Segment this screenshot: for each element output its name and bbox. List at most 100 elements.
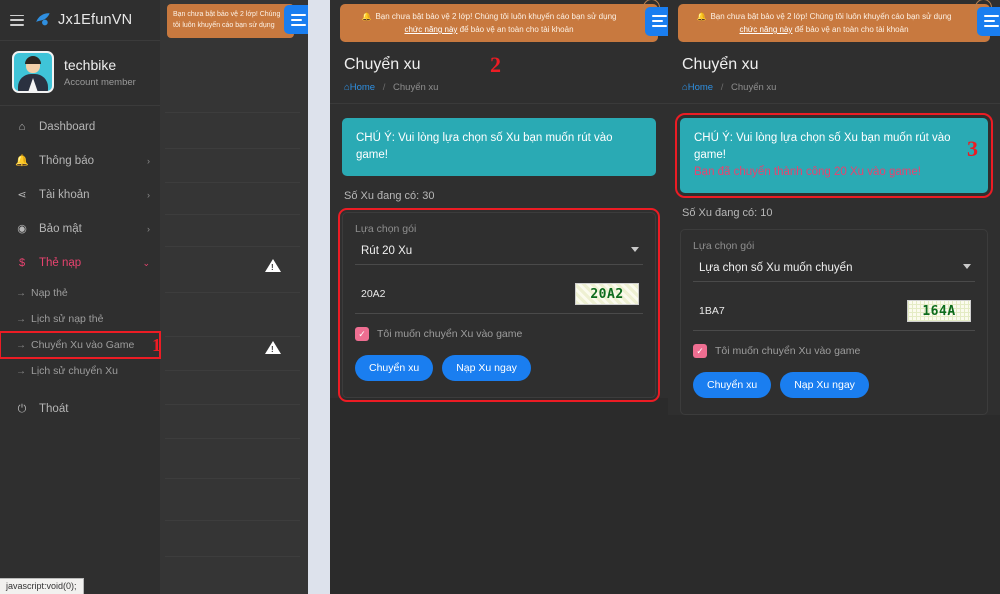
- sidebar: Jx1EfunVN techbike Account member ⌂ Dash…: [0, 0, 161, 594]
- confirm-checkbox-row[interactable]: ✓ Tôi muốn chuyển Xu vào game: [355, 327, 643, 341]
- share-icon: ⋖: [17, 188, 27, 201]
- warning-link[interactable]: chức năng này: [404, 25, 457, 34]
- chevron-right-icon: ›: [147, 190, 150, 200]
- left-banner-text: Bạn chưa bật bảo vệ 2 lớp! Chúng tôi luô…: [173, 11, 281, 29]
- warning-text-after: để bảo vệ an toàn cho tài khoản: [792, 25, 909, 34]
- brand-logo-icon: [33, 11, 52, 30]
- breadcrumb-home[interactable]: ⌂Home: [682, 82, 713, 93]
- user-profile-block[interactable]: techbike Account member: [0, 41, 160, 106]
- arrow-icon: →: [16, 365, 26, 377]
- topup-xu-button[interactable]: Nạp Xu ngay: [442, 355, 531, 381]
- sidebar-item-security[interactable]: ◉ Bảo mật ›: [0, 212, 160, 246]
- warning-link[interactable]: chức năng này: [739, 25, 792, 34]
- transfer-form: Lựa chọn gói Rút 20 Xu 20A2 20A2 ✓ Tôi m…: [338, 52, 660, 402]
- sidebar-subitem-chuyen-xu-vao-game[interactable]: → Chuyển Xu vào Game 1: [0, 331, 161, 359]
- notice-text: CHÚ Ý: Vui lòng lựa chọn số Xu bạn muốn …: [694, 132, 951, 161]
- sidebar-header: Jx1EfunVN: [0, 0, 160, 41]
- confirm-checkbox[interactable]: ✓: [693, 344, 707, 358]
- package-select[interactable]: Rút 20 Xu: [355, 241, 643, 265]
- sidebar-subitem-lich-su-chuyen-xu[interactable]: → Lịch sử chuyển Xu: [0, 358, 160, 384]
- sidebar-item-label: Tài khoản: [39, 189, 90, 201]
- notice-text: CHÚ Ý: Vui lòng lựa chọn số Xu bạn muốn …: [356, 132, 613, 161]
- page-title: Chuyển xu: [682, 56, 759, 73]
- package-select-label: Lựa chọn gói: [693, 240, 755, 252]
- breadcrumb-home[interactable]: ⌂Home: [344, 82, 375, 93]
- chevron-right-icon: ›: [147, 156, 150, 166]
- hamburger-menu-icon[interactable]: [10, 14, 24, 26]
- sidebar-nav: ⌂ Dashboard 🔔 Thông báo › ⋖ Tài khoản › …: [0, 106, 161, 426]
- confirm-checkbox[interactable]: ✓: [355, 327, 369, 341]
- confirm-checkbox-row[interactable]: ✓ Tôi muốn chuyển Xu vào game: [693, 344, 975, 358]
- captcha-row: 20A2 20A2: [355, 273, 643, 314]
- two-factor-warning-banner: 🔔 Bạn chưa bật bảo vệ 2 lớp! Chúng tôi lu…: [340, 0, 668, 42]
- left-floating-action-button[interactable]: [284, 5, 308, 34]
- captcha-input-value[interactable]: 20A2: [361, 288, 386, 300]
- brand-name: Jx1EfunVN: [58, 12, 133, 28]
- annotation-marker-2: 2: [490, 52, 501, 77]
- sidebar-subitem-lich-su-nap-the[interactable]: → Lịch sử nạp thẻ: [0, 306, 160, 332]
- left-warning-banner: Bạn chưa bật bảo vệ 2 lớp! Chúng tôi luô…: [167, 4, 294, 38]
- breadcrumb-separator: /: [382, 82, 386, 93]
- screenshot-stage: Bạn chưa bật bảo vệ 2 lớp! Chúng tôi luô…: [0, 0, 1000, 594]
- floating-action-button[interactable]: [645, 7, 668, 36]
- sidebar-subitem-nap-the[interactable]: → Nạp thẻ: [0, 280, 160, 306]
- dollar-icon: $: [18, 256, 26, 269]
- warning-text-before: Bạn chưa bật bảo vệ 2 lớp! Chúng tôi luô…: [710, 12, 952, 21]
- middle-panel-content: 🔔 Bạn chưa bật bảo vệ 2 lớp! Chúng tôi lu…: [330, 0, 668, 402]
- sidebar-item-label: Bảo mật: [39, 223, 82, 235]
- bell-icon: 🔔: [696, 12, 707, 21]
- chevron-right-icon: ›: [147, 224, 150, 234]
- breadcrumb-separator: /: [720, 82, 724, 93]
- balance-text: Số Xu đang có: 10: [682, 207, 773, 219]
- form-button-row: Chuyển xu Nạp Xu ngay: [355, 355, 643, 381]
- sidebar-subitem-label: Lịch sử chuyển Xu: [31, 365, 118, 377]
- warning-triangle-icon: [265, 341, 281, 354]
- warning-text-after: để bảo vệ an toàn cho tài khoản: [457, 25, 574, 34]
- package-select[interactable]: Lựa chọn số Xu muốn chuyển: [693, 258, 975, 282]
- notice-box: CHÚ Ý: Vui lòng lựa chọn số Xu bạn muốn …: [342, 118, 656, 176]
- breadcrumb: ⌂Home / Chuyển xu: [330, 74, 668, 104]
- captcha-input-value[interactable]: 1BA7: [699, 305, 725, 317]
- chevron-down-icon: ⌄: [142, 257, 150, 268]
- sidebar-item-notifications[interactable]: 🔔 Thông báo ›: [0, 144, 160, 178]
- sidebar-subitem-label: Lịch sử nạp thẻ: [31, 313, 104, 325]
- breadcrumb-current: Chuyển xu: [731, 82, 777, 93]
- left-browser-panel: Bạn chưa bật bảo vệ 2 lớp! Chúng tôi luô…: [0, 0, 308, 594]
- sidebar-item-label: Thông báo: [39, 155, 94, 167]
- browser-status-bar: javascript:void(0);: [0, 578, 84, 594]
- arrow-icon: →: [16, 339, 26, 351]
- middle-browser-panel: 🔔 Bạn chưa bật bảo vệ 2 lớp! Chúng tôi lu…: [330, 0, 668, 594]
- transfer-xu-button[interactable]: Chuyển xu: [693, 372, 772, 398]
- sidebar-subitem-label: Chuyển Xu vào Game: [31, 339, 135, 351]
- two-factor-warning-banner: 🔔 Bạn chưa bật bảo vệ 2 lớp! Chúng tôi lu…: [678, 0, 1000, 42]
- sidebar-item-dashboard[interactable]: ⌂ Dashboard: [0, 110, 160, 144]
- shield-icon: ◉: [17, 222, 27, 235]
- confirm-checkbox-label: Tôi muốn chuyển Xu vào game: [377, 328, 523, 340]
- user-name: techbike: [64, 56, 117, 73]
- confirm-checkbox-label: Tôi muốn chuyển Xu vào game: [715, 345, 861, 357]
- captcha-image: 164A: [907, 300, 971, 322]
- sidebar-item-label: Thẻ nạp: [39, 257, 82, 269]
- bell-icon: 🔔: [15, 154, 29, 167]
- chevron-down-icon: [963, 264, 971, 269]
- right-panel-content: 🔔 Bạn chưa bật bảo vệ 2 lớp! Chúng tôi lu…: [668, 0, 1000, 415]
- package-select-label: Lựa chọn gói: [355, 223, 417, 235]
- warning-text-before: Bạn chưa bật bảo vệ 2 lớp! Chúng tôi luô…: [375, 12, 617, 21]
- sidebar-item-account[interactable]: ⋖ Tài khoản ›: [0, 178, 160, 212]
- sidebar-item-topup-card[interactable]: $ Thẻ nạp ⌄: [0, 246, 160, 280]
- transfer-xu-button[interactable]: Chuyển xu: [355, 355, 434, 381]
- breadcrumb: ⌂Home / Chuyển xu: [668, 74, 1000, 104]
- captcha-row: 1BA7 164A: [693, 290, 975, 331]
- captcha-image: 20A2: [575, 283, 639, 305]
- notice-box: CHÚ Ý: Vui lòng lựa chọn số Xu bạn muốn …: [675, 113, 993, 198]
- right-browser-panel: 🔔 Bạn chưa bật bảo vệ 2 lớp! Chúng tôi lu…: [668, 0, 1000, 594]
- sidebar-item-logout[interactable]: ⏻ Thoát: [0, 392, 160, 426]
- warning-triangle-icon: [265, 259, 281, 272]
- arrow-icon: →: [16, 313, 26, 325]
- bell-icon: 🔔: [361, 12, 372, 21]
- panel-divider: [308, 0, 330, 594]
- user-role: Account member: [64, 76, 136, 88]
- topup-xu-button[interactable]: Nạp Xu ngay: [780, 372, 869, 398]
- floating-action-button[interactable]: [977, 7, 1000, 36]
- avatar: [12, 51, 54, 93]
